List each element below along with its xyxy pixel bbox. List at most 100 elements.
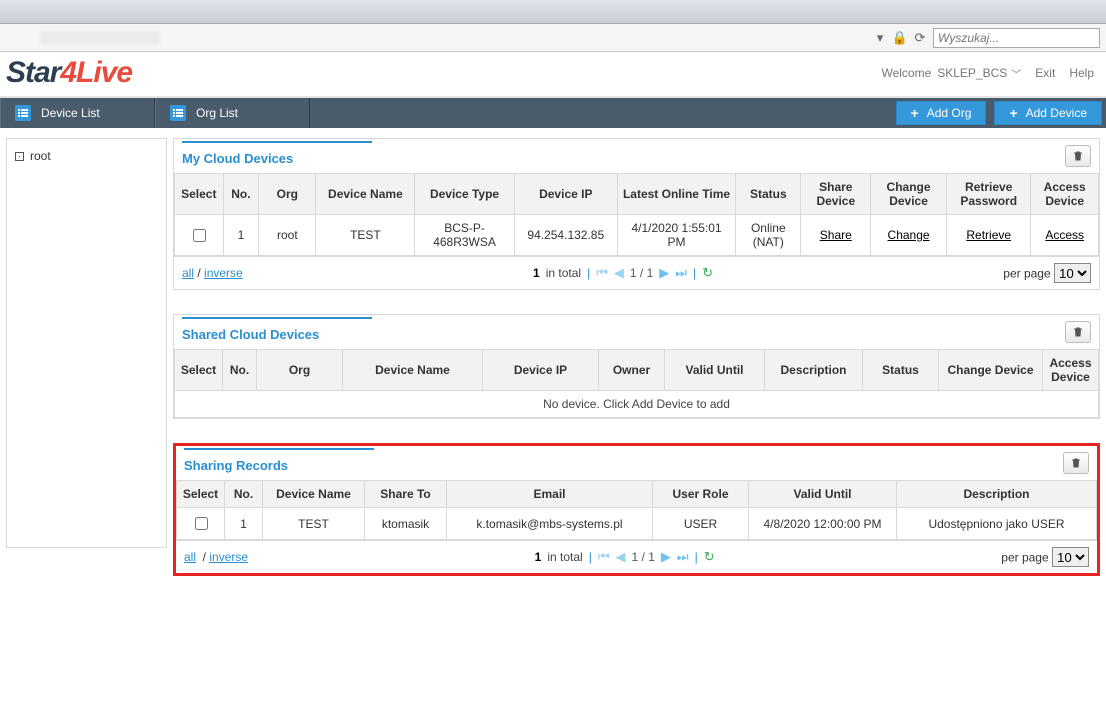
add-device-button[interactable]: + Add Device: [994, 101, 1102, 125]
last-page-icon[interactable]: ⏭: [675, 265, 687, 281]
prev-page-icon[interactable]: ◀: [616, 549, 626, 565]
th-valid: Valid Until: [665, 350, 765, 391]
list-icon: [170, 105, 186, 121]
cell-status: Online (NAT): [736, 215, 801, 256]
username: SKLEP_BCS: [937, 66, 1007, 80]
th-name: Device Name: [343, 350, 483, 391]
select-inverse-link[interactable]: inverse: [209, 550, 248, 564]
select-all-link[interactable]: all: [182, 266, 194, 280]
nav-device-list-label: Device List: [41, 106, 100, 120]
app-header: Star4Live Welcome SKLEP_BCS ﹀ Exit Help: [0, 52, 1106, 98]
th-no: No.: [223, 174, 259, 215]
delete-button[interactable]: [1063, 452, 1089, 474]
access-link[interactable]: Access: [1045, 228, 1084, 242]
cell-name: TEST: [316, 215, 415, 256]
brand-logo: Star4Live: [6, 56, 132, 90]
th-role: User Role: [653, 481, 749, 508]
nav-device-list[interactable]: Device List: [0, 98, 155, 128]
list-icon: [15, 105, 31, 121]
total-text: in total: [547, 550, 582, 564]
tree-root[interactable]: · root: [15, 149, 158, 163]
last-page-icon[interactable]: ⏭: [677, 549, 689, 565]
delete-button[interactable]: [1065, 321, 1091, 343]
trash-icon: [1072, 326, 1084, 338]
prev-page-icon[interactable]: ◀: [614, 265, 624, 281]
cell-no: 1: [225, 508, 263, 540]
row-checkbox[interactable]: [193, 229, 206, 242]
th-type: Device Type: [415, 174, 514, 215]
cell-shareto: ktomasik: [365, 508, 447, 540]
lock-icon: 🔒: [893, 31, 907, 45]
refresh-icon[interactable]: ↻: [704, 549, 715, 565]
pager-right: per page 10: [1003, 263, 1091, 283]
cell-org: root: [259, 215, 316, 256]
table-shared: Select No. Org Device Name Device IP Own…: [174, 349, 1099, 418]
delete-button[interactable]: [1065, 145, 1091, 167]
select-all-link[interactable]: all: [184, 550, 196, 564]
cell-email: k.tomasik@mbs-systems.pl: [447, 508, 653, 540]
cell-time: 4/1/2020 1:55:01 PM: [617, 215, 735, 256]
plus-icon: +: [1009, 105, 1017, 121]
row-checkbox[interactable]: [195, 517, 208, 530]
th-org: Org: [257, 350, 343, 391]
add-device-label: Add Device: [1026, 106, 1087, 120]
table-sharing-records: Select No. Device Name Share To Email Us…: [176, 480, 1097, 540]
table-header-row: Select No. Org Device Name Device Type D…: [175, 174, 1099, 215]
th-name: Device Name: [316, 174, 415, 215]
nav-org-list[interactable]: Org List: [155, 98, 310, 128]
th-ip: Device IP: [514, 174, 617, 215]
browser-search-input[interactable]: [933, 28, 1100, 48]
th-ip: Device IP: [483, 350, 599, 391]
pager-mid: 1 in total | ⏮ ◀ 1 / 1 ▶ ⏭ | ↻: [243, 265, 1004, 281]
plus-icon: +: [911, 105, 919, 121]
page-indicator: 1 / 1: [630, 266, 653, 280]
dropdown-icon[interactable]: ▾: [873, 31, 887, 45]
tree-root-label: root: [30, 149, 51, 163]
panel-my-cloud-devices: My Cloud Devices Select No. Org Device N…: [173, 138, 1100, 290]
nav-org-list-label: Org List: [196, 106, 238, 120]
th-share: Share Device: [801, 174, 871, 215]
welcome-label: Welcome: [881, 66, 931, 80]
per-page-select[interactable]: 10: [1054, 263, 1091, 283]
reload-icon[interactable]: ⟳: [913, 31, 927, 45]
next-page-icon[interactable]: ▶: [661, 549, 671, 565]
nav-bar: Device List Org List + Add Org + Add Devic…: [0, 98, 1106, 128]
per-page-select[interactable]: 10: [1052, 547, 1089, 567]
pager-right: per page 10: [1001, 547, 1089, 567]
add-org-button[interactable]: + Add Org: [896, 101, 987, 125]
select-inverse-link[interactable]: inverse: [204, 266, 243, 280]
pager: all / inverse 1 in total | ⏮ ◀ 1 / 1 ▶ ⏭…: [176, 540, 1097, 573]
th-org: Org: [259, 174, 316, 215]
help-link[interactable]: Help: [1069, 66, 1094, 80]
retrieve-link[interactable]: Retrieve: [966, 228, 1011, 242]
expand-icon[interactable]: ·: [15, 152, 24, 161]
th-shareto: Share To: [365, 481, 447, 508]
first-page-icon[interactable]: ⏮: [596, 265, 608, 281]
th-no: No.: [223, 350, 257, 391]
cell-name: TEST: [263, 508, 365, 540]
table-header-row: Select No. Org Device Name Device IP Own…: [175, 350, 1099, 391]
th-select: Select: [177, 481, 225, 508]
user-menu[interactable]: SKLEP_BCS ﹀: [937, 66, 1021, 81]
th-access: Access Device: [1031, 174, 1099, 215]
pager-left: all / inverse: [184, 550, 248, 564]
refresh-icon[interactable]: ↻: [702, 265, 713, 281]
exit-link[interactable]: Exit: [1035, 66, 1055, 80]
per-page-label: per page: [1003, 267, 1050, 281]
add-org-label: Add Org: [927, 106, 972, 120]
user-links: Welcome SKLEP_BCS ﹀ Exit Help: [881, 66, 1094, 81]
next-page-icon[interactable]: ▶: [659, 265, 669, 281]
th-name: Device Name: [263, 481, 365, 508]
pager-mid: 1 in total | ⏮ ◀ 1 / 1 ▶ ⏭ | ↻: [248, 549, 1001, 565]
table-row: 1 root TEST BCS-P-468R3WSA 94.254.132.85…: [175, 215, 1099, 256]
panel-sharing-records: Sharing Records Select No. Device Name S…: [173, 443, 1100, 576]
per-page-label: per page: [1001, 551, 1048, 565]
pager-left: all / inverse: [182, 266, 243, 280]
content-column: My Cloud Devices Select No. Org Device N…: [173, 138, 1100, 576]
change-link[interactable]: Change: [888, 228, 930, 242]
th-email: Email: [447, 481, 653, 508]
th-access: Access Device: [1043, 350, 1099, 391]
share-link[interactable]: Share: [820, 228, 852, 242]
first-page-icon[interactable]: ⏮: [598, 549, 610, 565]
trash-icon: [1070, 457, 1082, 469]
